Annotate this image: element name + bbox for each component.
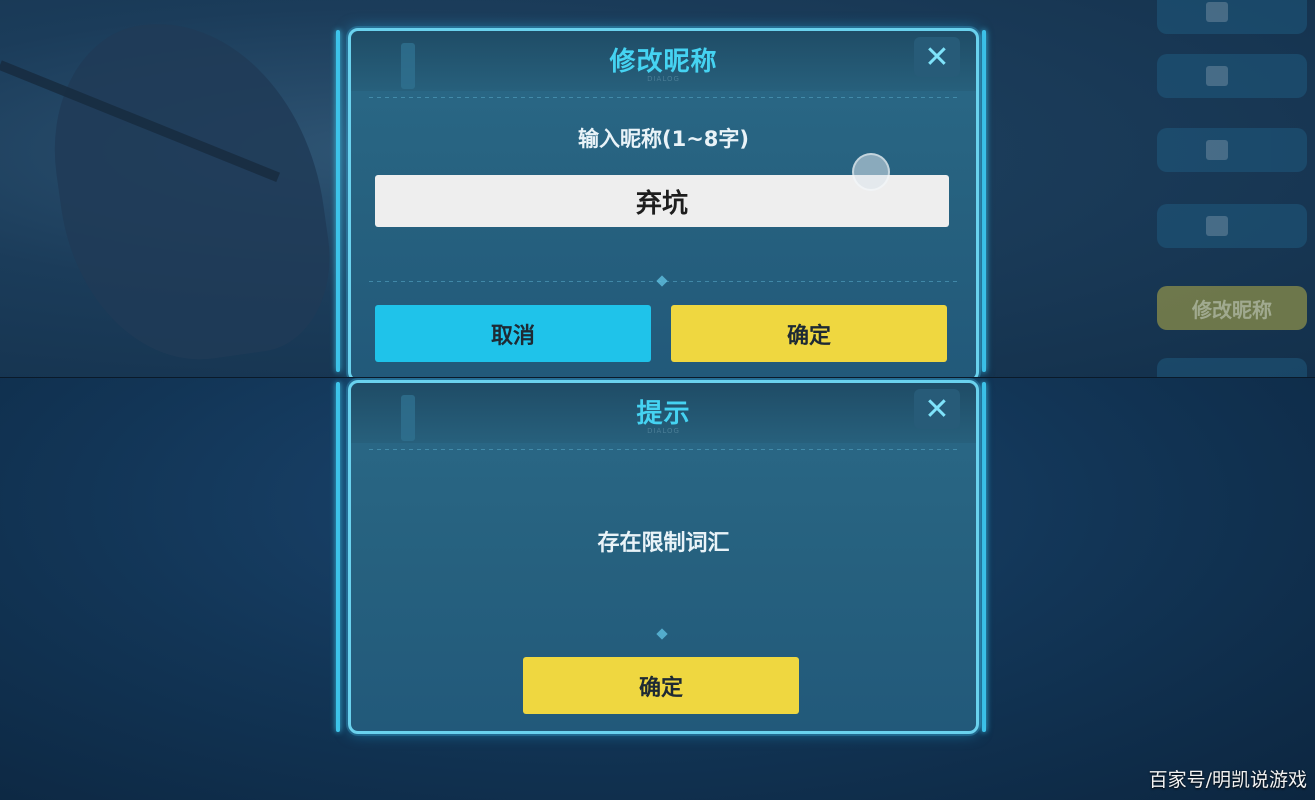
- rename-dialog: 修改昵称 DIALOG ✕ 输入昵称(1~8字) 取消 确定: [348, 28, 979, 378]
- side-menu-rename-label: 修改昵称: [1192, 297, 1272, 322]
- side-menu-rename-button[interactable]: 修改昵称: [1157, 286, 1307, 330]
- side-menu-item-1[interactable]: [1157, 0, 1307, 34]
- dialog-frame-right: [982, 382, 986, 732]
- notice-dialog-title: 提示: [636, 399, 691, 429]
- touch-indicator: [852, 153, 890, 191]
- rename-dialog-title: 修改昵称: [609, 47, 718, 77]
- notice-dialog-subtitle: DIALOG: [647, 427, 680, 435]
- notice-dialog-header: 提示 DIALOG ✕: [351, 383, 976, 443]
- character-silhouette: [37, 3, 343, 377]
- divider-diamond: [656, 275, 668, 287]
- dialog-frame-left: [336, 382, 340, 732]
- dialog-frame-right: [982, 30, 986, 372]
- cancel-button[interactable]: 取消: [375, 305, 651, 362]
- rename-dialog-subtitle: DIALOG: [647, 75, 680, 83]
- close-icon[interactable]: ✕: [914, 389, 960, 429]
- side-menu-item-2[interactable]: [1157, 54, 1307, 98]
- nickname-prompt: 输入昵称(1~8字): [577, 127, 749, 151]
- dialog-frame-left: [336, 30, 340, 372]
- side-menu-item-6[interactable]: [1157, 358, 1307, 378]
- divider: [369, 97, 958, 98]
- divider: [369, 449, 958, 450]
- side-menu-item-3[interactable]: [1157, 128, 1307, 172]
- watermark: 百家号/明凯说游戏: [1148, 769, 1307, 791]
- top-screenshot: 修改昵称 修改昵称 DIALOG ✕ 输入昵称(1~8字) 取消 确定: [0, 0, 1315, 378]
- bottom-screenshot: 提示 DIALOG ✕ 存在限制词汇 确定: [0, 378, 1315, 800]
- notice-dialog: 提示 DIALOG ✕ 存在限制词汇 确定: [348, 380, 979, 734]
- side-menu-item-4[interactable]: [1157, 204, 1307, 248]
- divider-diamond: [656, 628, 668, 640]
- notice-message: 存在限制词汇: [597, 531, 730, 556]
- notice-confirm-button[interactable]: 确定: [523, 657, 799, 714]
- rename-dialog-header: 修改昵称 DIALOG ✕: [351, 31, 976, 91]
- confirm-button[interactable]: 确定: [671, 305, 947, 362]
- close-icon[interactable]: ✕: [914, 37, 960, 77]
